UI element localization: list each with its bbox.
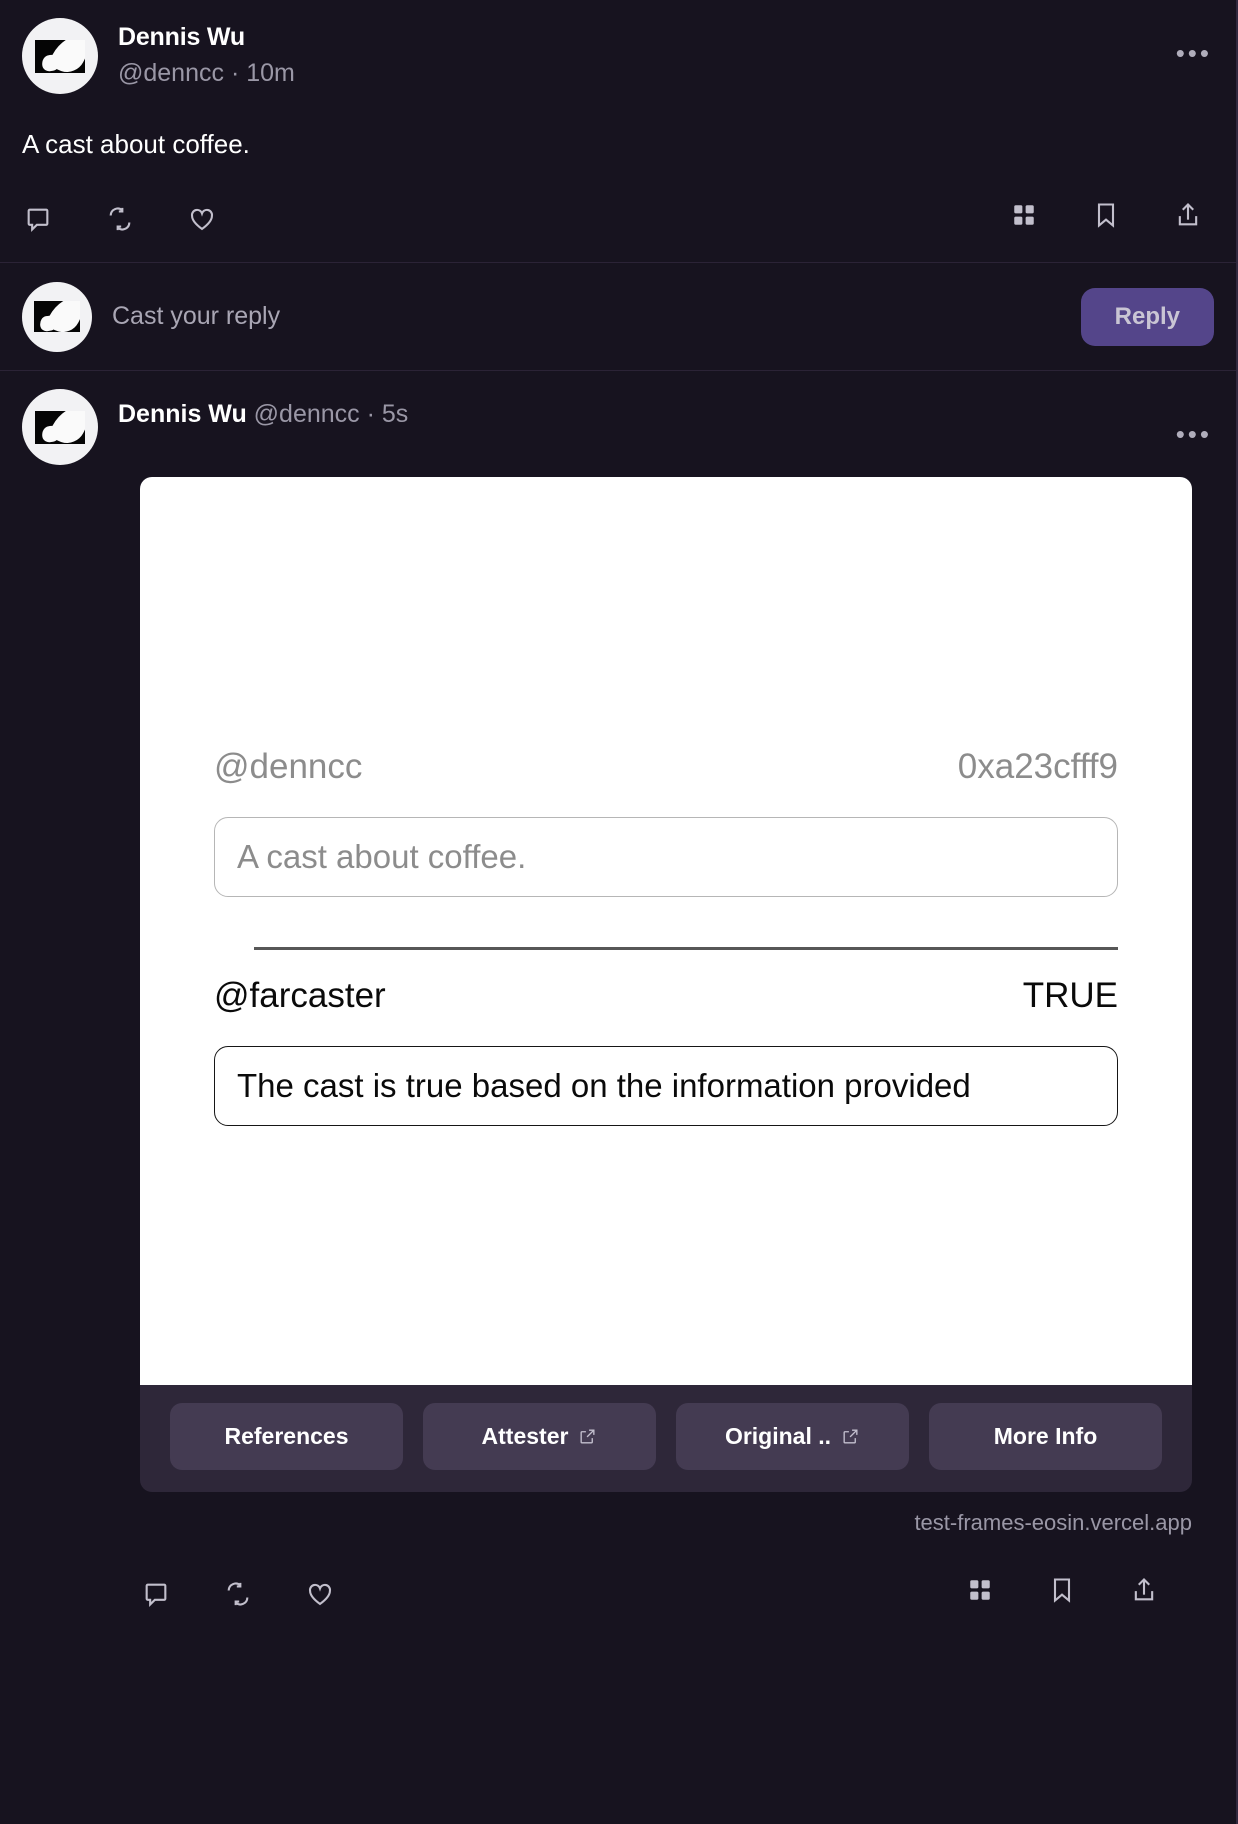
comment-icon[interactable] xyxy=(140,1578,172,1610)
reply-cast-action-row xyxy=(22,1574,1214,1634)
frame-button-label: Original .. xyxy=(724,1423,832,1449)
frame-cast-hash: 0xa23cfff9 xyxy=(957,746,1118,786)
top-cast-text: A cast about coffee. xyxy=(22,129,250,159)
reply-actions xyxy=(140,1574,1192,1614)
reply-button[interactable]: Reply xyxy=(1080,287,1214,346)
frame-button-label: Attester xyxy=(481,1423,569,1449)
frame-domain: test-frames-eosin.vercel.app xyxy=(914,1510,1192,1535)
frame-cast-author: @denncc xyxy=(214,746,363,786)
reply-cast-header: Dennis Wu @denncc · 5s xyxy=(22,389,1214,465)
like-icon[interactable] xyxy=(186,203,218,235)
frame-button-label: References xyxy=(224,1423,349,1449)
reply-cast-identity: Dennis Wu @denncc · 5s xyxy=(118,389,408,429)
share-icon[interactable] xyxy=(1128,1574,1160,1606)
avatar-logo-icon xyxy=(35,410,85,444)
external-link-icon xyxy=(578,1427,597,1446)
bookmark-icon[interactable] xyxy=(1090,199,1122,231)
reply-cast-more-button[interactable]: ••• xyxy=(1176,421,1212,447)
avatar-logo-icon xyxy=(34,301,80,332)
frame-attester-handle: @farcaster xyxy=(214,975,386,1015)
top-cast-action-row xyxy=(22,199,1214,239)
frame-image: @denncc 0xa23cfff9 A cast about coffee. … xyxy=(140,477,1192,1385)
top-cast-actions-right xyxy=(1008,199,1204,231)
recast-icon[interactable] xyxy=(222,1578,254,1610)
reply-avatar[interactable] xyxy=(22,389,98,465)
grid-icon[interactable] xyxy=(1008,199,1040,231)
avatar-logo-icon xyxy=(35,39,85,73)
top-cast-handle-timestamp: @denncc · 10m xyxy=(118,59,295,87)
avatar[interactable] xyxy=(22,18,98,94)
reply-composer: Cast your reply Reply xyxy=(0,263,1236,371)
composer-avatar[interactable] xyxy=(22,281,92,352)
top-cast-header: Dennis Wu @denncc · 10m xyxy=(22,18,1214,94)
bookmark-icon[interactable] xyxy=(1046,1574,1078,1606)
frame-button-row: References Attester Original .. More Inf… xyxy=(140,1385,1192,1492)
reply-actions-right xyxy=(964,1574,1160,1606)
reply-cast-handle-timestamp: @denncc · 5s xyxy=(253,400,409,428)
frame-verdict-explanation: The cast is true based on the informatio… xyxy=(214,1045,1118,1126)
top-cast: Dennis Wu @denncc · 10m ••• A cast about… xyxy=(0,0,1236,263)
frame-button-more-info[interactable]: More Info xyxy=(929,1403,1162,1470)
top-cast-actions-left xyxy=(22,203,218,235)
frame-embed: @denncc 0xa23cfff9 A cast about coffee. … xyxy=(140,477,1192,1492)
frame-cast-meta-row: @denncc 0xa23cfff9 xyxy=(214,747,1118,787)
frame-button-label: More Info xyxy=(993,1423,1098,1449)
reply-cast: Dennis Wu @denncc · 5s ••• @denncc 0xa23… xyxy=(0,371,1236,1634)
farcaster-cast-page: Dennis Wu @denncc · 10m ••• A cast about… xyxy=(0,0,1238,1824)
frame-attester-row: @farcaster TRUE xyxy=(214,976,1118,1016)
frame-button-original[interactable]: Original .. xyxy=(676,1403,909,1470)
frame-button-references[interactable]: References xyxy=(170,1403,403,1470)
reply-actions-left xyxy=(140,1578,336,1610)
share-icon[interactable] xyxy=(1172,199,1204,231)
frame-button-attester[interactable]: Attester xyxy=(423,1403,656,1470)
frame-verdict-badge: TRUE xyxy=(1022,975,1118,1015)
external-link-icon xyxy=(841,1427,860,1446)
like-icon[interactable] xyxy=(304,1578,336,1610)
reply-input[interactable]: Cast your reply xyxy=(112,302,1061,331)
grid-icon[interactable] xyxy=(964,1574,996,1606)
top-cast-display-name: Dennis Wu xyxy=(118,23,245,51)
top-cast-identity: Dennis Wu @denncc · 10m xyxy=(118,18,295,90)
reply-cast-display-name: Dennis Wu xyxy=(118,400,247,428)
comment-icon[interactable] xyxy=(22,203,54,235)
recast-icon[interactable] xyxy=(104,203,136,235)
frame-cast-text: A cast about coffee. xyxy=(214,816,1118,897)
top-cast-more-button[interactable]: ••• xyxy=(1176,40,1212,66)
